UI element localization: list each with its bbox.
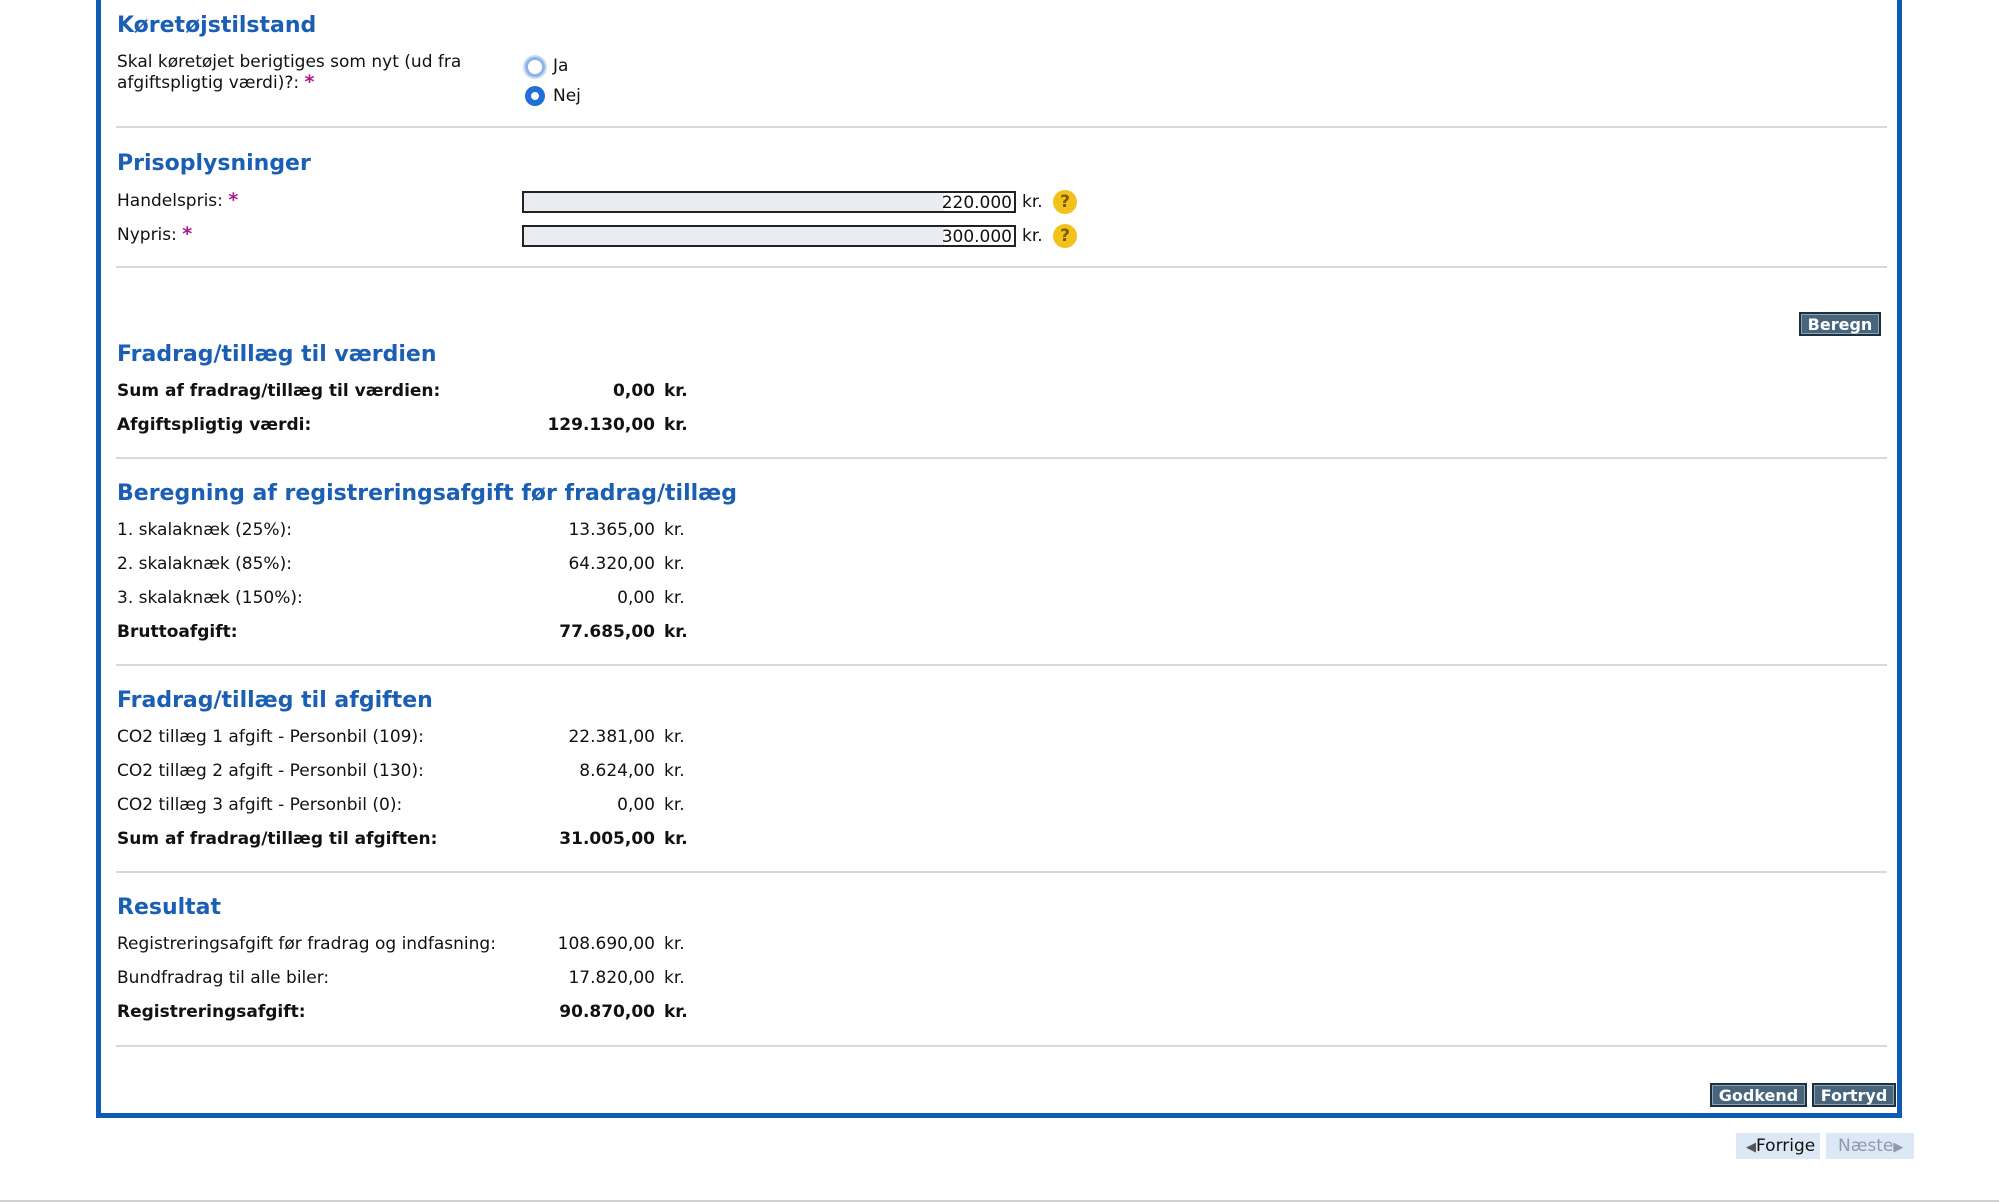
scale-step-3-value: 0,00: [617, 588, 655, 608]
previous-button[interactable]: ◀Forrige: [1736, 1133, 1820, 1159]
radio-ja[interactable]: [525, 57, 545, 77]
section-title-tax-adjustments: Fradrag/tillæg til afgiften: [117, 688, 433, 713]
co2-surcharge-1-unit: kr.: [664, 727, 685, 747]
required-marker: *: [182, 223, 193, 245]
co2-surcharge-1-value: 22.381,00: [568, 727, 655, 747]
approve-button[interactable]: Godkend: [1710, 1083, 1807, 1107]
co2-surcharge-2-value: 8.624,00: [579, 761, 655, 781]
trade-price-help-icon[interactable]: ?: [1053, 190, 1077, 214]
scale-step-2-label: 2. skalaknæk (85%):: [117, 554, 292, 574]
new-price-label: Nypris:: [117, 225, 177, 245]
value-adjustments-sum-value: 0,00: [613, 381, 655, 401]
new-price-input[interactable]: 300.000: [522, 225, 1016, 247]
scale-step-1-value: 13.365,00: [568, 520, 655, 540]
calculate-button[interactable]: Beregn: [1799, 312, 1881, 336]
base-deduction-value: 17.820,00: [568, 968, 655, 988]
vehicle-condition-question: afgiftspligtig værdi)?: *: [117, 71, 314, 93]
scale-step-1-label: 1. skalaknæk (25%):: [117, 520, 292, 540]
divider: [116, 266, 1887, 268]
trade-price-label-row: Handelspris: *: [117, 189, 238, 211]
taxable-value-unit: kr.: [664, 415, 688, 435]
divider: [116, 126, 1887, 128]
tax-adjustments-sum-value: 31.005,00: [559, 829, 655, 849]
vehicle-condition-question-line2: afgiftspligtig værdi)?:: [117, 73, 300, 93]
next-label: Næste: [1838, 1136, 1894, 1156]
gross-tax-unit: kr.: [664, 622, 688, 642]
radio-ja-label[interactable]: Ja: [553, 56, 568, 76]
divider: [116, 1045, 1887, 1047]
scale-step-2-value: 64.320,00: [568, 554, 655, 574]
required-marker: *: [228, 189, 239, 211]
new-price-unit: kr.: [1022, 226, 1043, 246]
radio-nej-label[interactable]: Nej: [553, 86, 581, 106]
registration-tax-value: 90.870,00: [559, 1002, 655, 1022]
trade-price-value: 220.000: [941, 193, 1012, 213]
radio-nej[interactable]: [525, 86, 545, 106]
scale-step-3-label: 3. skalaknæk (150%):: [117, 588, 303, 608]
scale-step-1-unit: kr.: [664, 520, 685, 540]
previous-label: Forrige: [1756, 1136, 1816, 1156]
section-title-tax-before: Beregning af registreringsafgift før fra…: [117, 481, 737, 506]
divider: [116, 664, 1887, 666]
trade-price-input[interactable]: 220.000: [522, 191, 1016, 213]
new-price-label-row: Nypris: *: [117, 223, 192, 245]
triangle-left-icon: ◀: [1746, 1140, 1756, 1155]
triangle-right-icon: ▶: [1893, 1140, 1904, 1155]
co2-surcharge-2-unit: kr.: [664, 761, 685, 781]
co2-surcharge-2-label: CO2 tillæg 2 afgift - Personbil (130):: [117, 761, 424, 781]
value-adjustments-sum-label: Sum af fradrag/tillæg til værdien:: [117, 381, 441, 401]
tax-adjustments-sum-label: Sum af fradrag/tillæg til afgiften:: [117, 829, 438, 849]
vehicle-condition-question-line1: Skal køretøjet berigtiges som nyt (ud fr…: [117, 52, 462, 72]
tax-before-deduction-unit: kr.: [664, 934, 685, 954]
cancel-button[interactable]: Fortryd: [1812, 1083, 1896, 1107]
divider: [116, 871, 1887, 873]
gross-tax-label: Bruttoafgift:: [117, 622, 238, 642]
scale-step-3-unit: kr.: [664, 588, 685, 608]
section-title-value-adjustments: Fradrag/tillæg til værdien: [117, 342, 437, 367]
section-title-vehicle-condition: Køretøjstilstand: [117, 13, 317, 38]
co2-surcharge-3-unit: kr.: [664, 795, 685, 815]
trade-price-unit: kr.: [1022, 192, 1043, 212]
next-button[interactable]: Næste▶: [1826, 1133, 1914, 1159]
section-title-result: Resultat: [117, 895, 222, 920]
taxable-value-value: 129.130,00: [547, 415, 655, 435]
required-marker: *: [304, 71, 315, 93]
new-price-help-icon[interactable]: ?: [1053, 224, 1077, 248]
tax-adjustments-sum-unit: kr.: [664, 829, 688, 849]
section-title-price-info: Prisoplysninger: [117, 151, 311, 176]
gross-tax-value: 77.685,00: [559, 622, 655, 642]
co2-surcharge-3-value: 0,00: [617, 795, 655, 815]
new-price-value: 300.000: [941, 227, 1012, 247]
divider: [116, 457, 1887, 459]
base-deduction-label: Bundfradrag til alle biler:: [117, 968, 330, 988]
co2-surcharge-1-label: CO2 tillæg 1 afgift - Personbil (109):: [117, 727, 424, 747]
taxable-value-label: Afgiftspligtig værdi:: [117, 415, 312, 435]
scale-step-2-unit: kr.: [664, 554, 685, 574]
tax-before-deduction-value: 108.690,00: [557, 934, 655, 954]
registration-tax-label: Registreringsafgift:: [117, 1002, 306, 1022]
base-deduction-unit: kr.: [664, 968, 685, 988]
trade-price-label: Handelspris:: [117, 191, 223, 211]
co2-surcharge-3-label: CO2 tillæg 3 afgift - Personbil (0):: [117, 795, 403, 815]
value-adjustments-sum-unit: kr.: [664, 381, 688, 401]
registration-tax-unit: kr.: [664, 1002, 688, 1022]
